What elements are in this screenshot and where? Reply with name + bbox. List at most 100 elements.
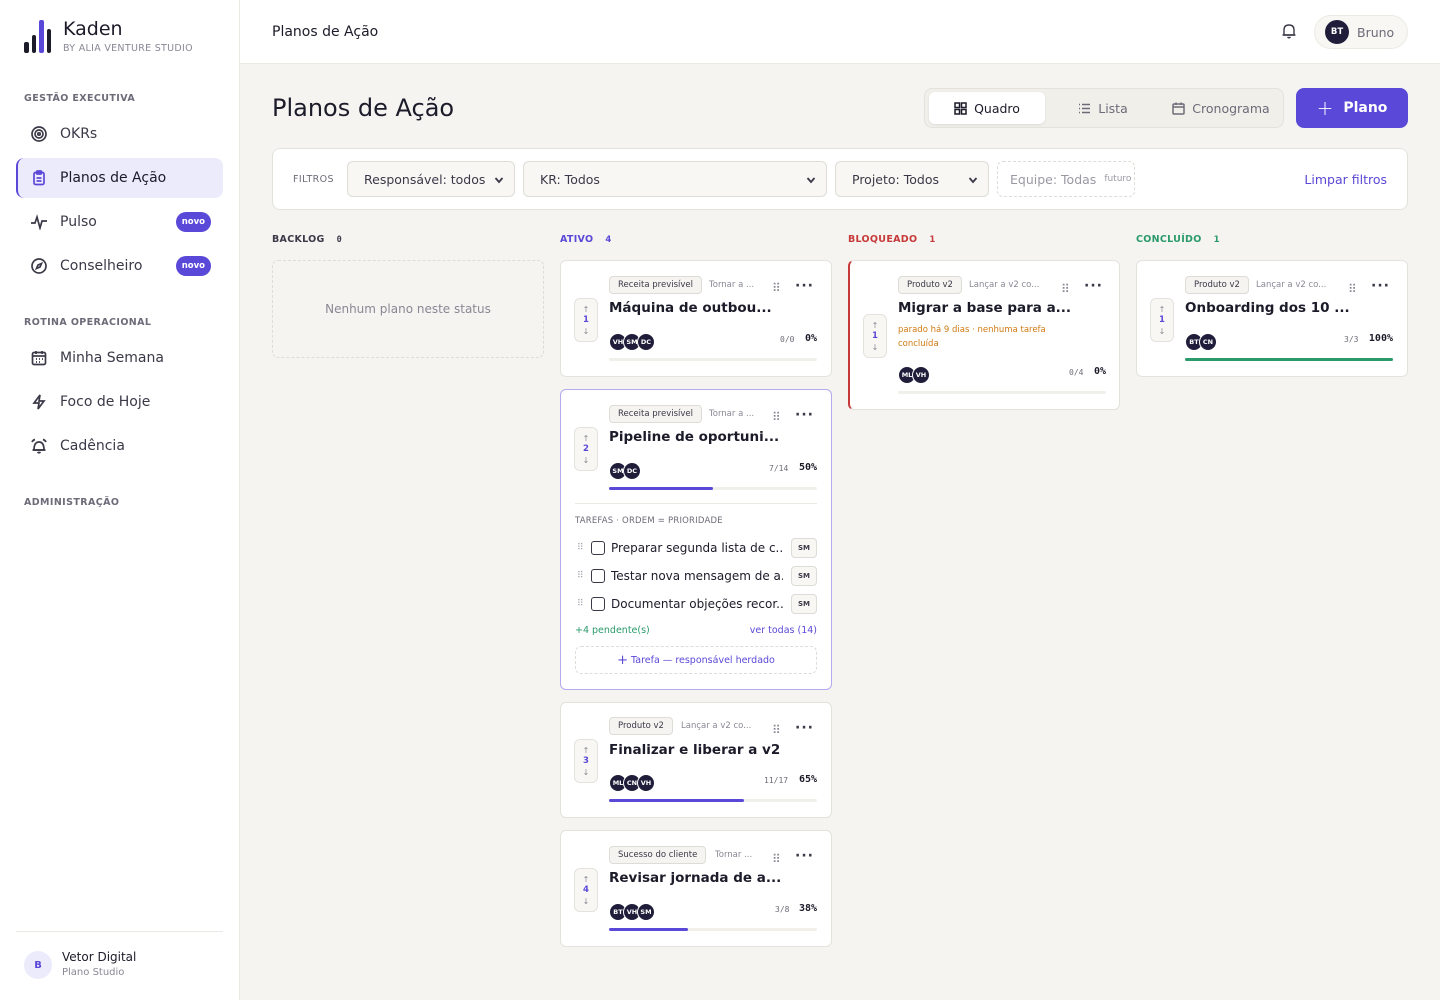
filter-equipe-value: Equipe: Todas — [1010, 171, 1097, 187]
arrow-up-icon[interactable]: ↑ — [1159, 304, 1166, 315]
logo[interactable]: Kaden BY ALIA VENTURE STUDIO — [24, 18, 193, 54]
drag-handle-icon[interactable]: ⠿ — [577, 599, 591, 609]
priority-stepper[interactable]: ↑ 1 ↓ — [863, 314, 887, 358]
drag-handle-icon[interactable]: ⠿ — [577, 543, 591, 553]
bell-icon[interactable] — [1280, 22, 1298, 44]
more-menu-icon[interactable]: ··· — [795, 848, 814, 864]
workspace-subtitle: Plano Studio — [62, 967, 125, 978]
progress-fill — [1185, 358, 1393, 361]
column-header-concluido: CONCLUÍDO 1 — [1136, 234, 1220, 245]
filter-projeto-select[interactable]: Projeto: Todos — [835, 161, 989, 197]
task-owner-badge[interactable]: SM — [791, 566, 817, 586]
see-all-tasks-link[interactable]: ver todas (14) — [750, 625, 817, 636]
sidebar-item-pulso[interactable]: Pulso novo — [16, 202, 223, 242]
arrow-down-icon[interactable]: ↓ — [872, 342, 879, 353]
task-owner-badge[interactable]: SM — [791, 594, 817, 614]
drag-handle-icon[interactable]: ⠿ — [577, 571, 591, 581]
plan-title: Pipeline de oportuni... — [609, 429, 780, 445]
task-count: 0/4 — [1069, 368, 1084, 377]
view-timeline-button[interactable]: Cronograma — [1161, 92, 1281, 124]
sidebar-item-planos[interactable]: Planos de Ação — [16, 158, 223, 198]
progress-fill — [609, 487, 713, 490]
sidebar-item-label: Cadência — [60, 438, 125, 454]
clear-filters-link[interactable]: Limpar filtros — [1304, 172, 1387, 187]
drag-handle-icon[interactable]: ⠿ — [772, 281, 781, 295]
priority-stepper[interactable]: ↑ 3 ↓ — [574, 739, 598, 783]
priority-stepper[interactable]: ↑ 1 ↓ — [574, 298, 598, 342]
more-menu-icon[interactable]: ··· — [1084, 278, 1103, 294]
priority-number: 4 — [583, 884, 589, 895]
sidebar-item-foco-de-hoje[interactable]: Foco de Hoje — [16, 382, 223, 422]
arrow-down-icon[interactable]: ↓ — [1159, 326, 1166, 337]
sidebar-item-conselheiro[interactable]: Conselheiro novo — [16, 246, 223, 286]
calendar-icon — [1172, 102, 1186, 115]
arrow-down-icon[interactable]: ↓ — [583, 896, 590, 907]
plan-card[interactable]: ↑ 2 ↓ Receita previsível Tornar a ... ⠿ ··… — [560, 389, 832, 690]
priority-stepper[interactable]: ↑ 1 ↓ — [1150, 298, 1174, 342]
more-menu-icon[interactable]: ··· — [795, 278, 814, 294]
priority-number: 1 — [1159, 314, 1165, 325]
priority-stepper[interactable]: ↑ 4 ↓ — [574, 868, 598, 912]
drag-handle-icon[interactable]: ⠿ — [772, 723, 781, 737]
plan-card[interactable]: ↑ 3 ↓ Produto v2 Lançar a v2 co... ⠿ ··· F… — [560, 702, 832, 818]
sidebar-item-label: Conselheiro — [60, 258, 143, 274]
progress-percent: 38% — [798, 903, 817, 914]
progress-percent: 0% — [804, 333, 817, 344]
kr-tag: Receita previsível — [609, 405, 702, 423]
view-list-button[interactable]: Lista — [1053, 92, 1153, 124]
tasks-section-title: TAREFAS · ORDEM = PRIORIDADE — [575, 516, 723, 526]
arrow-up-icon[interactable]: ↑ — [583, 874, 590, 885]
page-title: Planos de Ação — [272, 94, 455, 122]
sidebar-item-cadencia[interactable]: Cadência — [16, 426, 223, 466]
arrow-up-icon[interactable]: ↑ — [583, 304, 590, 315]
column-header-backlog: BACKLOG 0 — [272, 234, 342, 245]
progress-fill — [609, 799, 745, 802]
drag-handle-icon[interactable]: ⠿ — [772, 852, 781, 866]
plan-card[interactable]: ↑ 4 ↓ Sucesso do cliente Tornar ... ⠿ ··· … — [560, 830, 832, 947]
new-plan-button[interactable]: + Plano — [1296, 88, 1408, 128]
progress-bar — [1185, 358, 1393, 361]
sidebar-item-minha-semana[interactable]: Minha Semana — [16, 338, 223, 378]
arrow-down-icon[interactable]: ↓ — [583, 767, 590, 778]
add-task-button[interactable]: + Tarefa — responsável herdado — [575, 646, 817, 674]
more-menu-icon[interactable]: ··· — [1371, 278, 1390, 294]
plan-card[interactable]: ↑ 1 ↓ Receita previsível Tornar a ... ⠿ ··… — [560, 260, 832, 377]
kr-tag: Produto v2 — [1185, 276, 1249, 294]
workspace-switcher[interactable]: B Vetor Digital Plano Studio — [16, 931, 223, 1000]
arrow-up-icon[interactable]: ↑ — [583, 745, 590, 756]
filter-kr-select[interactable]: KR: Todos — [523, 161, 827, 197]
plan-title: Revisar jornada de a... — [609, 870, 782, 886]
plan-card[interactable]: ↑ 1 ↓ Produto v2 Lançar a v2 co... ⠿ ··· O… — [1136, 260, 1408, 377]
filters-bar: FILTROS Responsável: todos KR: Todos Pro… — [272, 148, 1408, 210]
plan-title: Máquina de outbou... — [609, 300, 772, 316]
task-checkbox[interactable] — [591, 597, 605, 611]
objective-tag: Lançar a v2 co... — [681, 721, 752, 731]
new-badge: novo — [175, 256, 211, 276]
filter-equipe-select: Equipe: Todas futuro — [997, 161, 1135, 197]
task-checkbox[interactable] — [591, 541, 605, 555]
arrow-down-icon[interactable]: ↓ — [583, 326, 590, 337]
filter-kr-value: KR: Todos — [540, 171, 600, 187]
column-title: BLOQUEADO — [848, 234, 918, 245]
section-title-rotina: ROTINA OPERACIONAL — [24, 317, 152, 328]
task-owner-badge[interactable]: SM — [791, 538, 817, 558]
more-menu-icon[interactable]: ··· — [795, 720, 814, 736]
sidebar-item-okrs[interactable]: OKRs — [16, 114, 223, 154]
filter-responsavel-select[interactable]: Responsável: todos — [347, 161, 515, 197]
view-board-button[interactable]: Quadro — [929, 92, 1045, 124]
task-checkbox[interactable] — [591, 569, 605, 583]
more-menu-icon[interactable]: ··· — [795, 407, 814, 423]
user-menu[interactable]: BT Bruno — [1314, 15, 1408, 49]
activity-icon — [30, 213, 48, 231]
drag-handle-icon[interactable]: ⠿ — [1061, 282, 1070, 296]
drag-handle-icon[interactable]: ⠿ — [772, 410, 781, 424]
arrow-up-icon[interactable]: ↑ — [583, 433, 590, 444]
drag-handle-icon[interactable]: ⠿ — [1348, 282, 1357, 296]
plan-card[interactable]: ↑ 1 ↓ Produto v2 Lançar a v2 co... ⠿ ··· M… — [848, 260, 1120, 410]
plan-title: Onboarding dos 10 ... — [1185, 300, 1350, 316]
arrow-down-icon[interactable]: ↓ — [583, 455, 590, 466]
assignee-avatars: SM DC — [609, 462, 641, 480]
avatar: CN — [1199, 333, 1217, 351]
arrow-up-icon[interactable]: ↑ — [872, 320, 879, 331]
priority-stepper[interactable]: ↑ 2 ↓ — [574, 427, 598, 471]
